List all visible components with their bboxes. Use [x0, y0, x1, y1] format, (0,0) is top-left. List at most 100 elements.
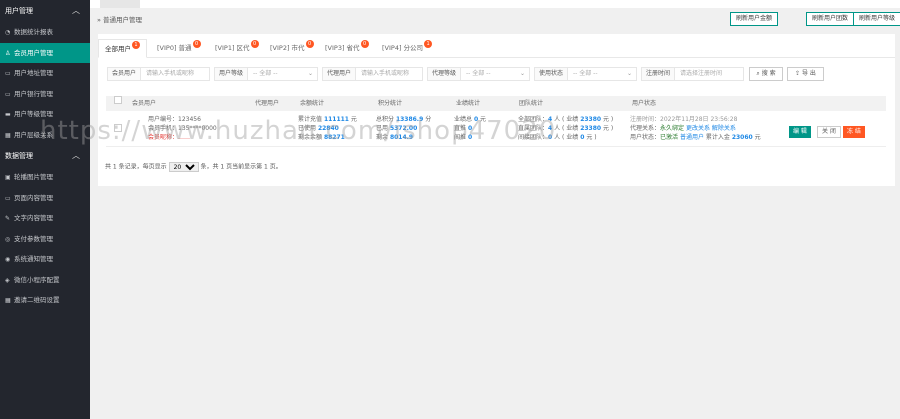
- header-status: 用户状态: [632, 100, 657, 107]
- level-select[interactable]: -- 全部 --: [248, 68, 277, 80]
- top-tabbar: [90, 0, 900, 8]
- member-filter: 会员用户 请输入手机或昵称: [107, 67, 210, 81]
- tab-label: 全部用户: [105, 45, 131, 53]
- balance-info: 累计充值 111111 元 已使用 22840 剩余余额 88271: [298, 115, 357, 142]
- refresh-level-button[interactable]: 刷新用户等级: [853, 12, 900, 26]
- tab-all-users[interactable]: 全部用户 1: [98, 39, 147, 58]
- filter-label: 代理用户: [323, 68, 357, 80]
- select-all-checkbox[interactable]: [114, 96, 122, 104]
- sidebar-item-addresses[interactable]: ▭ 用户地址管理: [0, 63, 90, 84]
- points-info: 总积分 13386.9 分 已用 5372.00 剩余 8014.9: [376, 115, 431, 142]
- regdate-input[interactable]: 请选择注册时间: [675, 68, 722, 80]
- tab-vip1[interactable]: [VIP1] 区代 0: [209, 39, 265, 58]
- status-filter: 使用状态 -- 全部 -- ⌄: [534, 67, 637, 81]
- deposit-label: 累计入金: [705, 134, 730, 141]
- change-relation-link[interactable]: 更改关系: [686, 125, 710, 132]
- filter-label: 用户等级: [215, 68, 249, 80]
- pager-suffix: 条，共 1 页当前显示第 1 页。: [200, 163, 282, 171]
- search-button[interactable]: ⌕ 搜 索: [749, 67, 783, 81]
- sidebar-item-carousel[interactable]: ▣ 轮播图片管理: [0, 167, 90, 188]
- sidebar-item-members[interactable]: ♙ 会员用户管理: [0, 42, 90, 63]
- unit: 元 ): [603, 116, 614, 123]
- per-page-select[interactable]: 20: [168, 162, 199, 172]
- refresh-teams-button[interactable]: 刷新用户团数: [806, 12, 855, 26]
- edit-button[interactable]: 编 辑: [789, 126, 811, 138]
- team-text: 人 ( 业绩: [554, 125, 579, 132]
- team-count: 4: [548, 125, 553, 132]
- balance-label: 累计充值: [298, 116, 323, 123]
- tab-label: [VIP3] 省代: [325, 44, 360, 52]
- sidebar-item-label: 用户层级关系: [14, 130, 53, 139]
- unit: 元: [480, 116, 487, 123]
- level-tabs: 全部用户 1 [VIP0] 普通 0 [VIP1] 区代 0 [VIP2] 市代 0 […: [98, 34, 895, 58]
- sidebar-item-stats[interactable]: ◔ 数据统计报表: [0, 22, 90, 43]
- tab-vip4[interactable]: [VIP4] 分公司 1: [376, 39, 438, 58]
- filter-label: 注册时间: [642, 68, 676, 80]
- export-icon: ⇪: [795, 70, 801, 77]
- pager-prefix: 共 1 条记录，每页显示: [105, 163, 167, 171]
- level-icon: ▬: [5, 111, 11, 118]
- sidebar-item-label: 数据统计报表: [14, 28, 53, 36]
- sidebar-item-levels[interactable]: ▬ 用户等级管理: [0, 104, 90, 125]
- remove-relation-link[interactable]: 解除关系: [712, 125, 736, 132]
- table-header: 会员用户 代理用户 余额统计 积分统计 业绩统计 团队统计 用户状态: [106, 96, 886, 111]
- row-checkbox[interactable]: [114, 124, 122, 132]
- top-tab[interactable]: [100, 0, 140, 8]
- team-text: 人 ( 业绩: [554, 116, 579, 123]
- member-search-input[interactable]: 请输入手机或昵称: [141, 68, 194, 80]
- agent-filter: 代理用户 请输入手机或昵称: [322, 67, 423, 81]
- sidebar-item-qrcode[interactable]: ▦ 邀请二维码设置: [0, 290, 90, 311]
- points-label: 已用: [376, 125, 389, 132]
- image-icon: ▣: [5, 174, 11, 181]
- sidebar-item-payment[interactable]: ◎ 支付参数管理: [0, 229, 90, 250]
- close-button[interactable]: 关 闭: [817, 126, 841, 138]
- refresh-amount-button[interactable]: 刷新用户金额: [730, 12, 779, 26]
- sidebar-item-banks[interactable]: ▭ 用户银行管理: [0, 84, 90, 105]
- sidebar-item-hierarchy[interactable]: ▦ 用户层级关系: [0, 125, 90, 146]
- sidebar-item-label: 会员用户管理: [14, 48, 53, 57]
- sidebar-item-notices[interactable]: ◉ 系统通知管理: [0, 249, 90, 270]
- header-member: 会员用户: [132, 100, 157, 107]
- table-row: 用户编号：123456 会员手机：135****0000 会员昵称：…… 累计充…: [106, 111, 886, 147]
- team-amount: 23380: [580, 116, 602, 123]
- status-select[interactable]: -- 全部 --: [568, 68, 597, 80]
- sidebar-item-miniprogram[interactable]: ◈ 微信小程序配置: [0, 270, 90, 291]
- regdate-filter: 注册时间 请选择注册时间: [641, 67, 744, 81]
- sidebar-section-user-management[interactable]: 用户管理 ︿: [0, 0, 90, 22]
- team-text: 人 ( 业绩: [554, 134, 579, 141]
- search-icon: ⌕: [756, 70, 760, 77]
- tab-vip2[interactable]: [VIP2] 市代 0: [264, 39, 320, 58]
- tab-vip0[interactable]: [VIP0] 普通 0: [151, 39, 207, 58]
- deposit-amount: 23060: [731, 134, 753, 141]
- chevron-down-icon: ⌄: [626, 70, 632, 77]
- page-header: » 普通用户管理 刷新用户金额 刷新用户团数 刷新用户等级: [90, 8, 900, 30]
- team-label: 直属团队：: [518, 125, 549, 132]
- tab-badge: 0: [360, 40, 369, 48]
- perf-indirect: 0: [467, 134, 473, 141]
- freeze-button[interactable]: 冻 结: [843, 126, 865, 138]
- bell-icon: ◉: [5, 256, 11, 263]
- sidebar-item-label: 用户等级管理: [14, 110, 53, 118]
- filter-label: 会员用户: [108, 68, 142, 80]
- team-label: 间接团队：: [518, 134, 549, 141]
- performance-info: 业绩总 0 元 直推 0 间推 0: [454, 115, 486, 142]
- page-icon: ▭: [5, 194, 11, 202]
- balance-total: 111111: [323, 116, 349, 123]
- sidebar-section-data-management[interactable]: 数据管理 ︿: [0, 145, 90, 167]
- tab-label: [VIP0] 普通: [157, 44, 192, 52]
- sidebar-item-text[interactable]: ✎ 文字内容管理: [0, 208, 90, 229]
- user-icon: ♙: [5, 49, 11, 57]
- sidebar-item-pages[interactable]: ▭ 页面内容管理: [0, 188, 90, 209]
- wechat-icon: ◈: [5, 276, 10, 284]
- balance-label: 剩余余额: [298, 134, 323, 141]
- sidebar-item-label: 文字内容管理: [14, 214, 53, 222]
- unit: 元 ): [586, 134, 597, 141]
- team-label: 全部团队：: [518, 116, 549, 123]
- agent-level-select[interactable]: -- 全部 --: [461, 68, 490, 80]
- agent-search-input[interactable]: 请输入手机或昵称: [356, 68, 409, 80]
- tab-vip3[interactable]: [VIP3] 省代 0: [319, 39, 375, 58]
- balance-remaining: 88271: [323, 134, 345, 141]
- export-button[interactable]: ⇪ 导 出: [787, 67, 824, 81]
- address-icon: ▭: [5, 70, 11, 77]
- tab-badge: 0: [192, 40, 201, 48]
